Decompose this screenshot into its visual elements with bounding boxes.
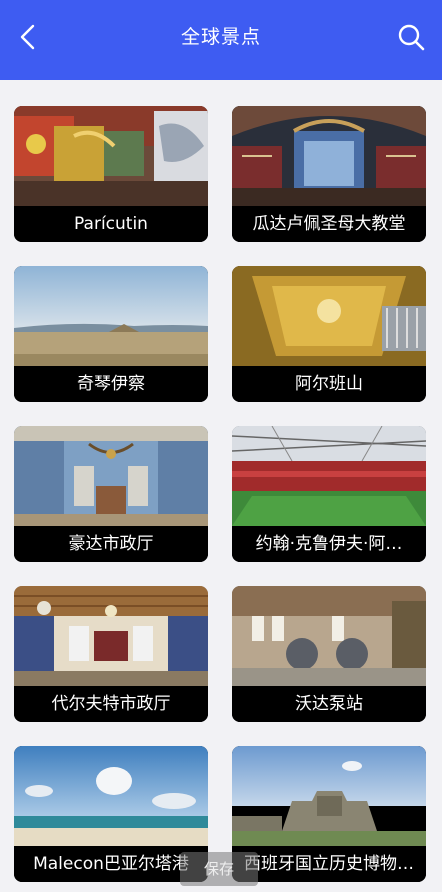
place-thumbnail — [14, 266, 208, 366]
place-card-basilica[interactable]: 瓜达卢佩圣母大教堂 — [232, 106, 426, 242]
place-thumbnail — [14, 426, 208, 526]
search-button[interactable] — [396, 22, 426, 52]
place-label: 约翰·克鲁伊夫·阿… — [232, 526, 426, 562]
place-card-monte-alban[interactable]: 阿尔班山 — [232, 266, 426, 402]
place-thumbnail — [232, 106, 426, 206]
place-label: Malecon巴亚尔塔港 — [14, 846, 208, 882]
place-card-gouda-city-hall[interactable]: 豪达市政厅 — [14, 426, 208, 562]
place-thumbnail — [232, 586, 426, 686]
page-title: 全球景点 — [180, 26, 261, 48]
save-toast: 保存 — [180, 852, 258, 886]
place-card-chichen-itza[interactable]: 奇琴伊察 — [14, 266, 208, 402]
search-icon — [398, 24, 425, 51]
place-card-pumping-station[interactable]: 沃达泵站 — [232, 586, 426, 722]
place-card-malecon-puerto-vallarta[interactable]: Malecon巴亚尔塔港 — [14, 746, 208, 882]
place-thumbnail — [14, 586, 208, 686]
place-thumbnail — [14, 746, 208, 846]
place-label: 瓜达卢佩圣母大教堂 — [232, 206, 426, 242]
place-label: Parícutin — [14, 206, 208, 242]
place-label: 西班牙国立历史博物… — [232, 846, 426, 882]
place-label: 代尔夫特市政厅 — [14, 686, 208, 722]
place-thumbnail — [232, 426, 426, 526]
place-label: 沃达泵站 — [232, 686, 426, 722]
places-grid: Parícutin 瓜达卢佩圣母大教堂 奇琴伊察 阿尔班山 豪达市政厅 约翰·克… — [0, 80, 442, 892]
top-bar: 全球景点 — [0, 0, 442, 80]
place-thumbnail — [232, 746, 426, 846]
place-label: 奇琴伊察 — [14, 366, 208, 402]
place-card-delft-city-hall[interactable]: 代尔夫特市政厅 — [14, 586, 208, 722]
place-label: 阿尔班山 — [232, 366, 426, 402]
place-thumbnail — [232, 266, 426, 366]
place-label: 豪达市政厅 — [14, 526, 208, 562]
place-card-johan-cruijff-arena[interactable]: 约翰·克鲁伊夫·阿… — [232, 426, 426, 562]
place-card-paricutin[interactable]: Parícutin — [14, 106, 208, 242]
place-thumbnail — [14, 106, 208, 206]
place-card-national-history-museum[interactable]: 西班牙国立历史博物… — [232, 746, 426, 882]
